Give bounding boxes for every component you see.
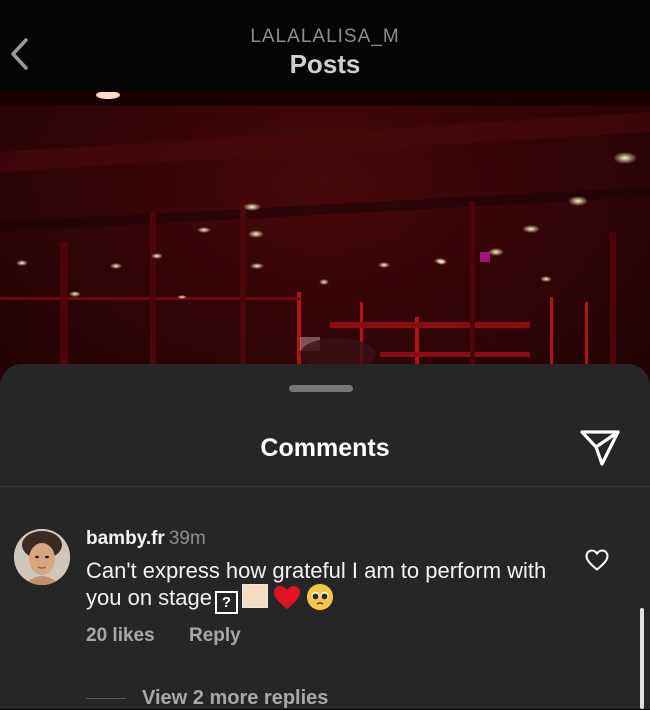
avatar[interactable] [14,529,70,585]
avatar-face-icon [14,529,70,585]
replies-line [86,698,126,699]
comment-username[interactable]: bamby.fr [86,528,165,549]
reply-button[interactable]: Reply [189,625,241,647]
comments-title: Comments [260,434,390,462]
profile-username: LALALALISA_M [250,26,400,47]
sheet-divider [0,486,650,487]
comments-sheet: Comments bamby.fr 39m Can't express how g… [0,364,650,709]
stage-scene-image [0,92,650,392]
view-more-replies-button[interactable]: View 2 more replies [142,687,328,710]
likes-count[interactable]: 20 likes [86,625,155,647]
comment-meta: bamby.fr 39m [86,528,206,550]
unknown-emoji-icon: ? [214,591,238,614]
send-icon[interactable] [578,428,622,468]
scrollbar[interactable] [640,608,644,709]
heart-outline-icon[interactable] [585,549,609,571]
page-title: Posts [289,49,361,79]
post-photo[interactable] [0,92,650,392]
red-heart-icon [273,586,300,609]
top-bar: LALALALISA_M Posts [0,0,650,92]
skin-tone-icon [241,584,268,608]
comment-text: Can't express how grateful I am to perfo… [86,557,566,614]
pleading-face-icon [306,584,333,610]
comment-time: 39m [168,528,206,549]
drag-handle[interactable] [289,385,353,392]
